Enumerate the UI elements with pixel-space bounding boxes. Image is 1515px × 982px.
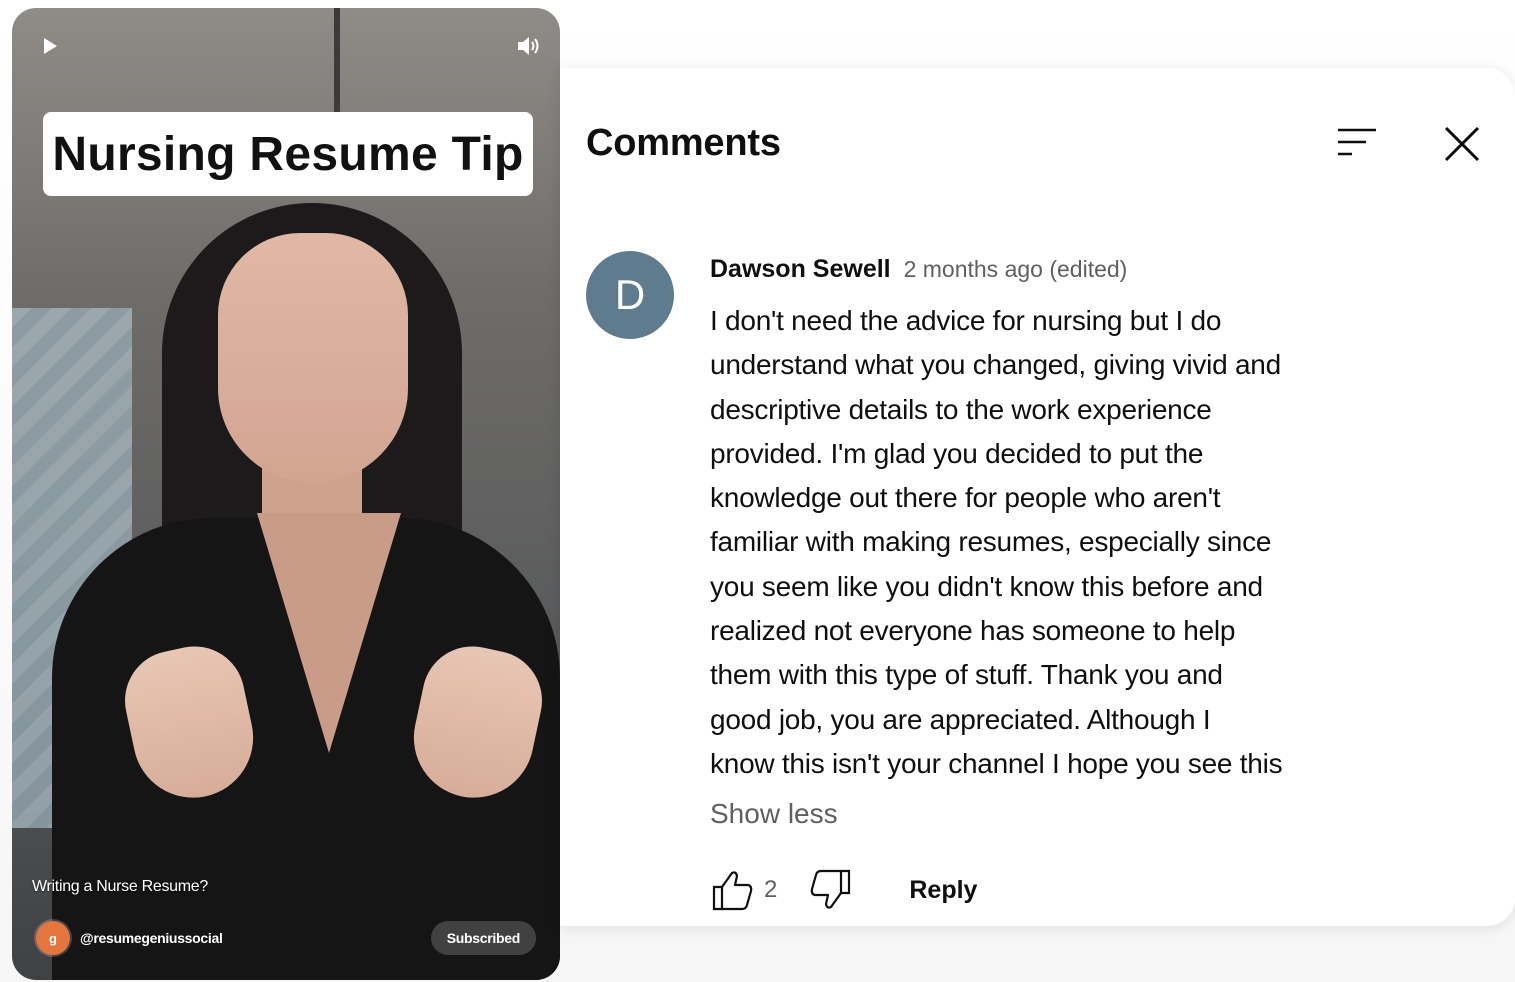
short-video-player[interactable]: Nursing Resume Tip Writing a Nurse Resum… [12,8,560,980]
page: Nursing Resume Tip Writing a Nurse Resum… [0,0,1515,982]
video-person-vneck [257,513,401,753]
like-count: 2 [764,876,778,904]
show-less-button[interactable]: Show less [710,792,838,836]
play-icon[interactable] [40,36,60,56]
video-person-face [218,233,408,483]
video-title-card: Nursing Resume Tip [43,112,533,196]
subscribed-button[interactable]: Subscribed [430,921,536,955]
thumbs-down-icon[interactable] [807,867,853,913]
thumbs-up-icon[interactable] [710,867,756,913]
close-icon[interactable] [1440,122,1484,166]
comment-author[interactable]: Dawson Sewell [710,255,891,283]
avatar[interactable]: D [586,251,674,339]
sort-icon[interactable] [1334,124,1380,164]
channel-avatar[interactable]: g [36,921,70,955]
comments-title: Comments [586,122,781,164]
volume-icon[interactable] [516,34,542,58]
video-caption[interactable]: Writing a Nurse Resume? [32,878,208,896]
comment-body: Dawson Sewell 2 months ago (edited) I do… [710,251,1370,914]
channel-row: g @resumegeniussocial Subscribed [36,920,536,956]
comment-text: I don't need the advice for nursing but … [710,305,1283,779]
comment-timestamp[interactable]: 2 months ago (edited) [904,256,1128,282]
channel-handle[interactable]: @resumegeniussocial [80,930,223,946]
reply-button[interactable]: Reply [909,876,977,905]
video-background-pillar [334,8,340,118]
comments-panel: Comments D Dawson Sewell 2 months ago (e… [560,68,1515,926]
comment-actions: 2 Reply [710,866,1370,914]
comment-header: Dawson Sewell 2 months ago (edited) [710,251,1370,287]
